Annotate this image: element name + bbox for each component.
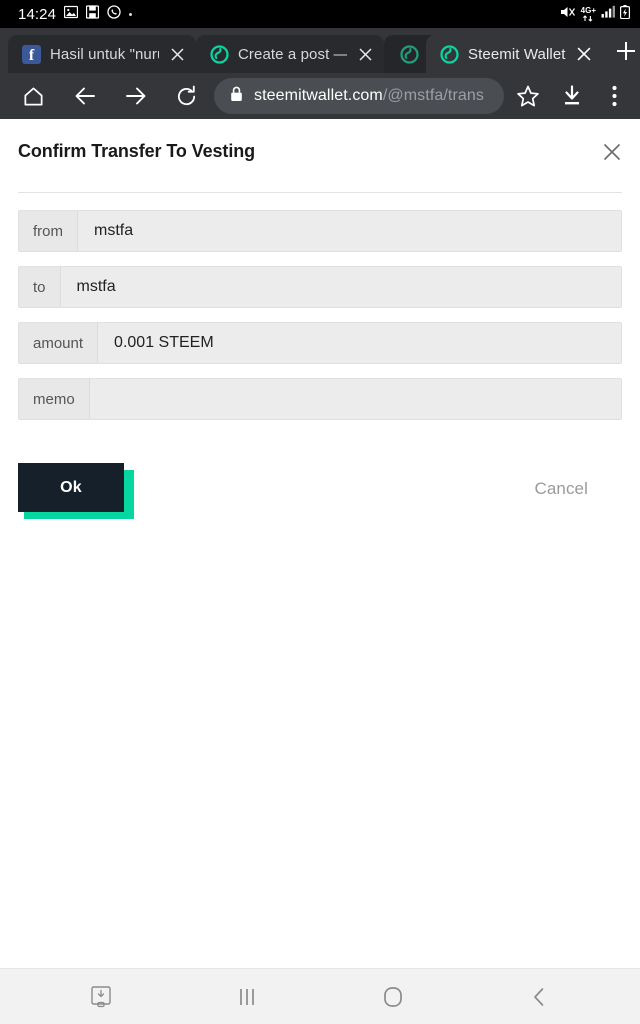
forward-button[interactable] xyxy=(110,73,161,119)
plus-icon xyxy=(616,41,635,60)
status-bar-right: 4G+ xyxy=(560,4,631,24)
steemit-icon xyxy=(400,44,419,64)
reload-button[interactable] xyxy=(161,73,212,119)
field-row-to: to mstfa xyxy=(18,266,622,308)
signal-bars-icon xyxy=(601,5,615,23)
download-button[interactable] xyxy=(550,73,594,119)
back-button[interactable] xyxy=(466,969,612,1024)
browser-chrome: f Hasil untuk "nuru Create a post — Stee… xyxy=(0,28,640,119)
field-value-to: mstfa xyxy=(60,267,621,307)
arrow-left-icon xyxy=(75,87,95,105)
transfer-fields: from mstfa to mstfa amount 0.001 STEEM m… xyxy=(18,210,622,420)
screenshot-capture-icon xyxy=(91,985,111,1007)
tab-title: Steemit Wallet xyxy=(468,45,566,63)
dialog-divider xyxy=(18,192,622,193)
network-4g-plus-icon: 4G+ xyxy=(581,6,596,22)
tab-close-icon[interactable] xyxy=(575,45,593,63)
field-row-from: from mstfa xyxy=(18,210,622,252)
field-label: amount xyxy=(19,323,99,363)
recents-icon xyxy=(240,988,254,1005)
browser-tab-create-a-post[interactable]: Create a post — xyxy=(196,35,384,73)
new-tab-button[interactable] xyxy=(603,28,640,73)
browser-toolbar: steemitwallet.com/@mstfa/trans xyxy=(0,73,640,119)
url-path: /@mstfa/trans xyxy=(382,87,484,104)
download-icon xyxy=(565,85,579,105)
phone-screen: 14:24 4G+ f Hasil untuk "nuru Create a p… xyxy=(0,0,640,1024)
dialog-header: Confirm Transfer To Vesting xyxy=(18,119,622,165)
url-text: steemitwallet.com/@mstfa/trans xyxy=(254,87,492,105)
save-screenshot-icon xyxy=(85,4,100,24)
browser-tab-facebook[interactable]: f Hasil untuk "nuru xyxy=(8,35,196,73)
android-nav-bar xyxy=(0,968,640,1024)
url-host: steemitwallet.com xyxy=(254,87,383,104)
tab-title: Create a post — xyxy=(238,45,347,63)
field-label: memo xyxy=(19,379,90,419)
field-row-memo: memo xyxy=(18,378,622,420)
close-icon xyxy=(603,143,621,161)
field-row-amount: amount 0.001 STEEM xyxy=(18,322,622,364)
mute-icon xyxy=(560,5,576,24)
home-button[interactable] xyxy=(8,73,59,119)
status-bar-left: 14:24 xyxy=(18,4,133,24)
screenshot-capture-button[interactable] xyxy=(28,969,174,1024)
field-label: to xyxy=(19,267,61,307)
dialog-actions: Ok Cancel xyxy=(18,463,622,519)
star-icon xyxy=(517,85,539,107)
ok-button[interactable]: Ok xyxy=(18,463,124,512)
back-button[interactable] xyxy=(59,73,110,119)
ok-button-wrapper: Ok xyxy=(18,463,134,519)
reload-icon xyxy=(178,85,196,105)
page-title: Confirm Transfer To Vesting xyxy=(18,141,256,161)
dialog-close-button[interactable] xyxy=(599,139,625,165)
steemit-icon xyxy=(440,44,459,64)
field-value-amount: 0.001 STEEM xyxy=(98,323,621,363)
image-icon xyxy=(63,5,79,24)
back-icon xyxy=(534,987,544,1006)
more-vertical-icon xyxy=(611,85,617,107)
status-clock: 14:24 xyxy=(18,5,57,23)
android-status-bar: 14:24 4G+ xyxy=(0,0,640,28)
field-label: from xyxy=(19,211,78,251)
home-icon xyxy=(384,986,402,1007)
recents-button[interactable] xyxy=(174,969,320,1024)
address-bar[interactable]: steemitwallet.com/@mstfa/trans xyxy=(214,78,504,114)
arrow-right-icon xyxy=(125,87,145,105)
page-content: Confirm Transfer To Vesting from mstfa t… xyxy=(0,119,640,968)
field-value-from: mstfa xyxy=(78,211,621,251)
tab-strip: f Hasil untuk "nuru Create a post — Stee… xyxy=(0,28,640,73)
tab-close-icon[interactable] xyxy=(356,45,374,63)
field-value-memo xyxy=(89,379,621,419)
steemit-icon xyxy=(210,44,229,64)
cancel-button[interactable]: Cancel xyxy=(534,479,588,499)
home-icon xyxy=(24,86,43,106)
home-button[interactable] xyxy=(320,969,466,1024)
whatsapp-icon xyxy=(107,4,121,24)
browser-tab-steemit-wallet[interactable]: Steemit Wallet xyxy=(426,35,603,73)
tab-title: Hasil untuk "nuru xyxy=(50,45,159,63)
tab-close-icon[interactable] xyxy=(168,45,186,63)
battery-icon xyxy=(620,4,631,24)
facebook-icon: f xyxy=(22,44,41,64)
browser-menu-button[interactable] xyxy=(594,73,634,119)
bookmark-button[interactable] xyxy=(506,73,550,119)
dot-indicator xyxy=(129,12,133,16)
secure-lock-icon xyxy=(230,86,243,107)
toolbar-right-actions xyxy=(506,73,634,119)
